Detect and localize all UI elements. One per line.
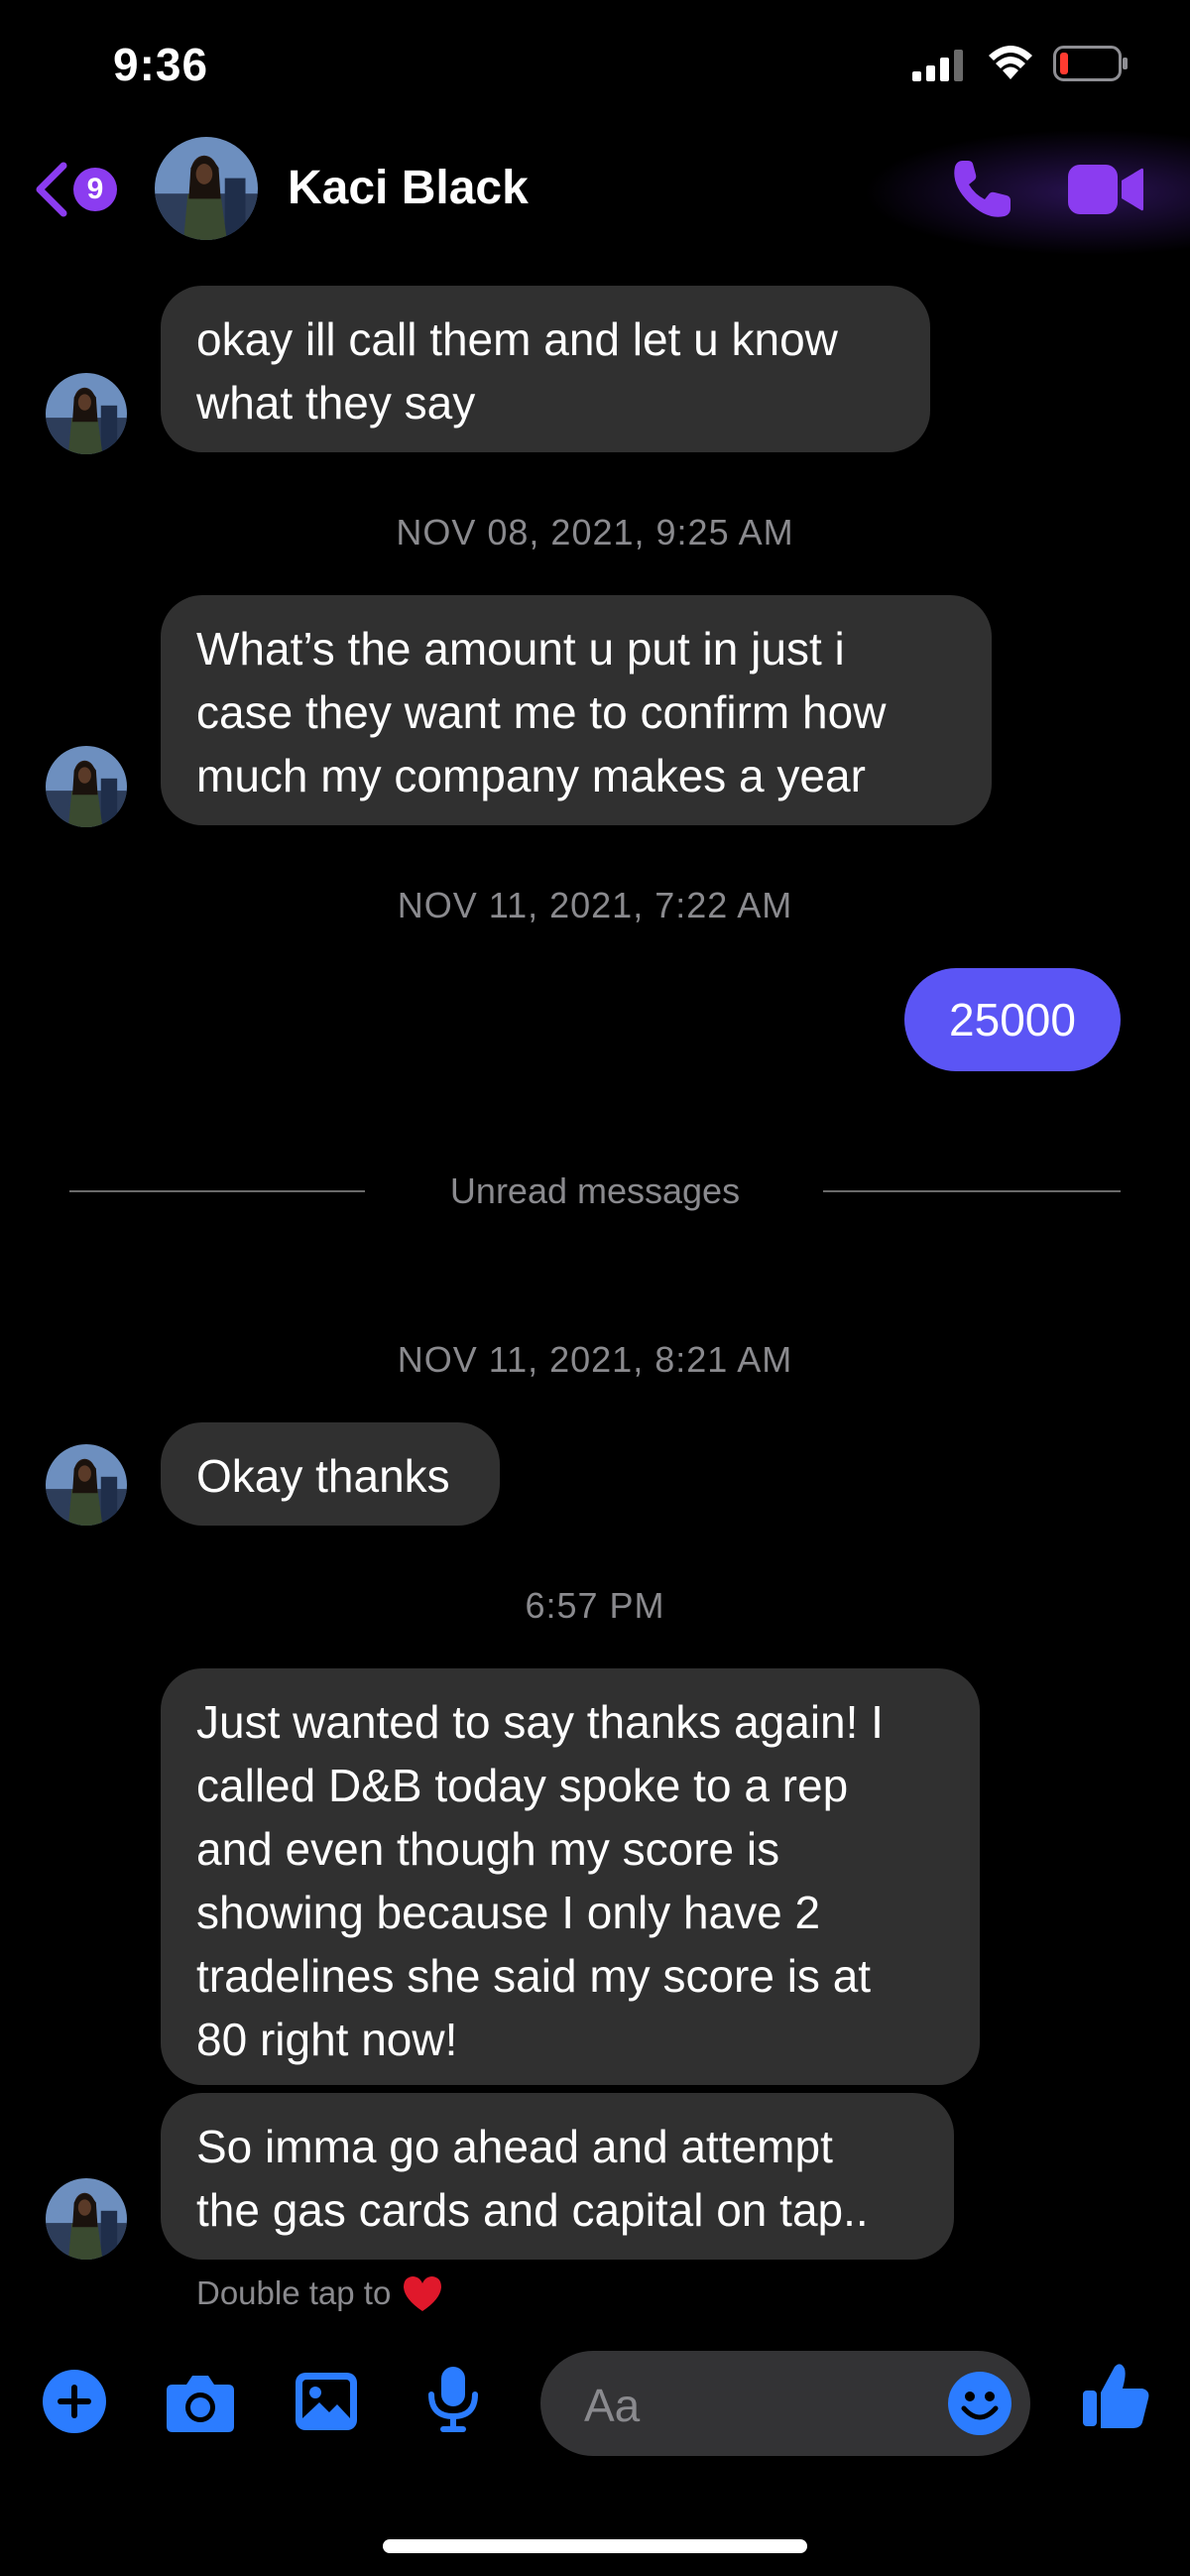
home-indicator[interactable] — [383, 2539, 807, 2553]
message-timestamp: NOV 11, 2021, 7:22 AM — [397, 885, 793, 925]
back-button[interactable]: 9 — [34, 157, 133, 222]
message-timestamp: NOV 08, 2021, 9:25 AM — [396, 512, 794, 552]
status-bar: 9:36 — [0, 0, 1190, 129]
cellular-signal-icon — [912, 50, 963, 81]
message-bubble-received[interactable]: Okay thanks — [161, 1422, 500, 1526]
read-receipt-avatar — [1127, 2212, 1172, 2258]
wifi-icon — [989, 46, 1032, 79]
message-input-placeholder: Aa — [584, 2380, 641, 2431]
phone-icon[interactable] — [947, 157, 1016, 222]
plus-icon[interactable] — [42, 2369, 107, 2434]
emoji-icon[interactable] — [947, 2371, 1012, 2436]
message-timestamp: 6:57 PM — [525, 1585, 665, 1626]
message-bubble-received[interactable]: So imma go ahead and attempt the gas car… — [161, 2093, 954, 2260]
unread-count-badge: 9 — [73, 168, 117, 211]
message-bubble-received[interactable]: What’s the amount u put in just i case t… — [161, 595, 992, 825]
video-camera-icon[interactable] — [1066, 161, 1145, 218]
sender-avatar[interactable] — [46, 1444, 127, 1526]
reaction-hint: Double tap to — [196, 2273, 444, 2313]
sender-avatar[interactable] — [46, 2178, 127, 2260]
message-bubble-received[interactable]: Just wanted to say thanks again! I calle… — [161, 1668, 980, 2085]
chevron-left-icon — [36, 162, 67, 217]
message-bubble-sent[interactable]: 25000 — [904, 968, 1121, 1071]
message-timestamp: NOV 11, 2021, 8:21 AM — [397, 1339, 793, 1380]
sender-avatar[interactable] — [46, 373, 127, 454]
battery-icon — [1053, 46, 1128, 81]
thumbs-up-icon[interactable] — [1081, 2361, 1150, 2430]
unread-divider-right — [823, 1190, 1121, 1192]
camera-icon[interactable] — [165, 2373, 236, 2434]
photo-icon[interactable] — [294, 2371, 359, 2432]
status-time: 9:36 — [113, 39, 209, 90]
microphone-icon[interactable] — [426, 2365, 480, 2434]
message-input[interactable]: Aa — [540, 2351, 1030, 2456]
message-bubble-received[interactable]: okay ill call them and let u know what t… — [161, 286, 930, 452]
sender-avatar[interactable] — [46, 746, 127, 827]
heart-icon — [404, 2276, 442, 2311]
contact-avatar[interactable] — [155, 137, 258, 240]
reaction-hint-text: Double tap to — [196, 2274, 392, 2311]
contact-name[interactable]: Kaci Black — [288, 161, 529, 215]
